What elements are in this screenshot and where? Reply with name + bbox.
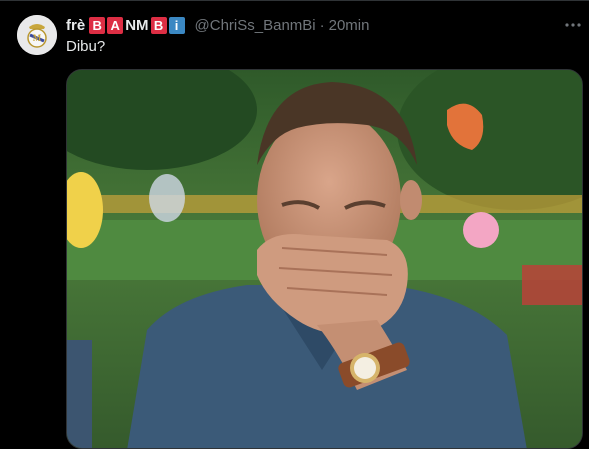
display-name[interactable]: frè [66, 17, 85, 34]
tweet-media-image[interactable] [66, 69, 583, 449]
more-options-button[interactable] [564, 16, 582, 34]
name-letter-badge: B [150, 16, 167, 34]
tweet-text: Dibu? [66, 38, 106, 55]
svg-text:M: M [33, 33, 42, 43]
user-handle[interactable]: @ChriSs_BanmBi [195, 17, 316, 34]
name-letter-badge: A [107, 16, 124, 34]
name-letter-badge: B [89, 16, 106, 34]
avatar[interactable]: M [17, 15, 57, 55]
name-letter-badge: i [168, 16, 185, 34]
name-emoji-badges: B A NM Bi [89, 16, 186, 34]
top-divider [0, 0, 589, 1]
more-dots-icon [565, 23, 581, 27]
timestamp[interactable]: 20min [329, 17, 370, 34]
name-letter-badge: NM [125, 16, 149, 34]
club-crest-icon: M [17, 15, 57, 55]
separator-dot: · [319, 16, 325, 34]
meme-photo [67, 70, 582, 448]
tweet-header: frè B A NM Bi @ChriSs_BanmBi · 20min [66, 15, 369, 35]
